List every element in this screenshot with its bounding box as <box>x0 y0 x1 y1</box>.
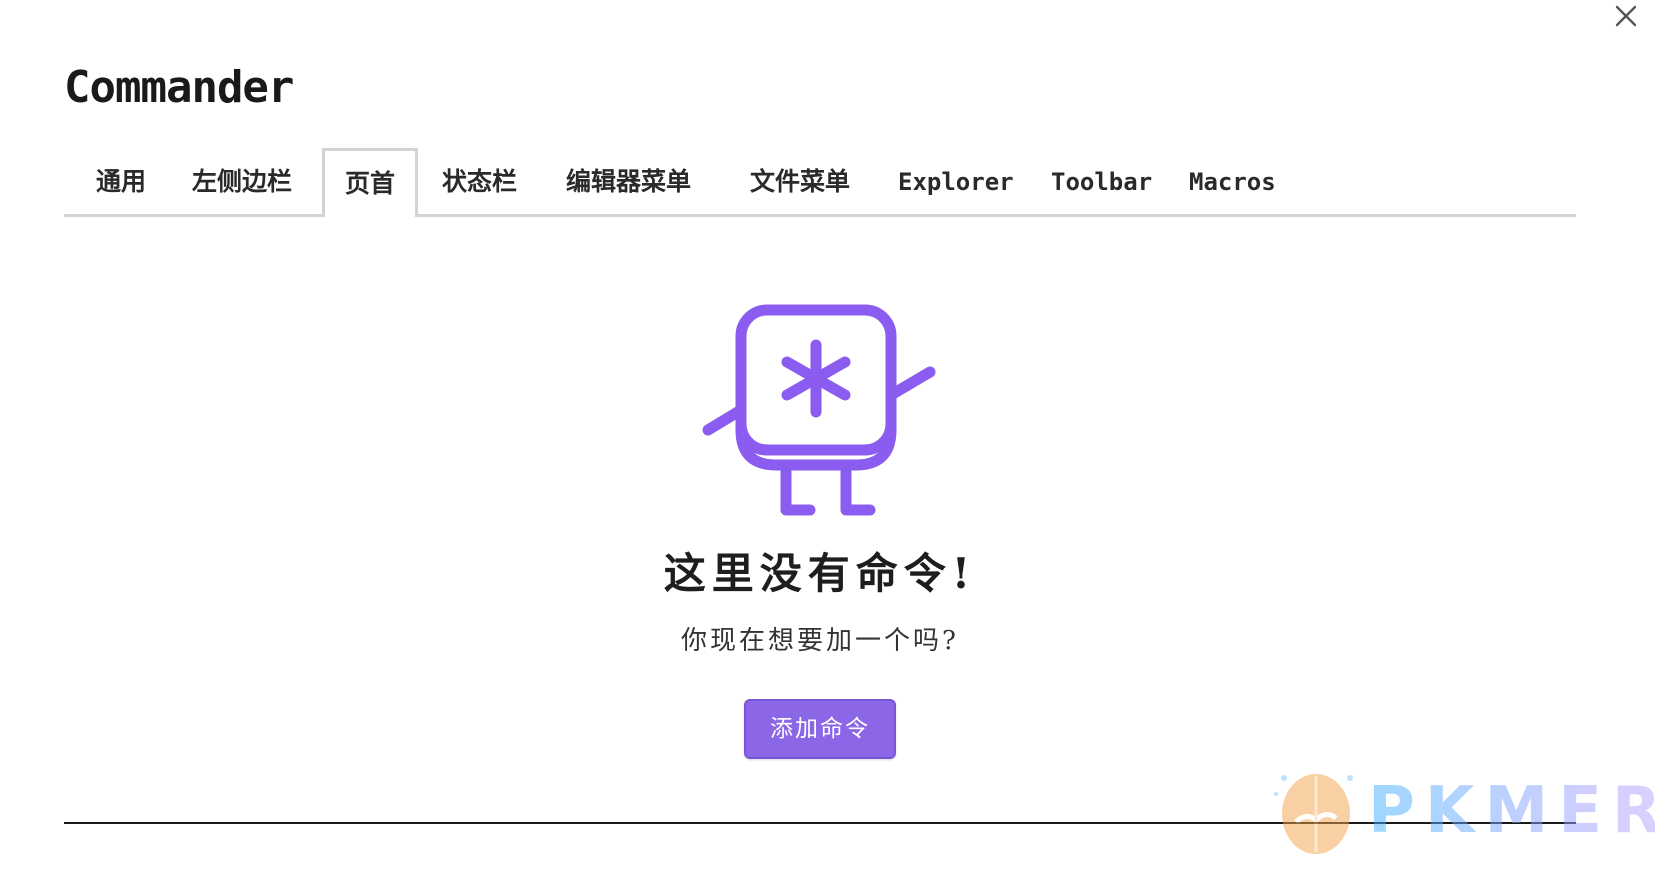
dialog-title: Commander <box>64 62 294 113</box>
tab-status-bar[interactable]: 状态栏 <box>442 148 517 214</box>
empty-state-subtitle: 你现在想要加一个吗? <box>681 626 959 656</box>
tab-general[interactable]: 通用 <box>96 148 146 214</box>
pkmer-logo-icon <box>1274 774 1353 854</box>
close-button[interactable] <box>1612 2 1640 30</box>
tab-bar: 通用 左侧边栏 页首 状态栏 编辑器菜单 文件菜单 Explorer Toolb… <box>64 148 1576 217</box>
commander-settings-dialog: Commander 通用 左侧边栏 页首 状态栏 编辑器菜单 文件菜单 Expl… <box>0 0 1655 884</box>
add-command-button[interactable]: 添加命令 <box>744 699 896 759</box>
tab-file-menu[interactable]: 文件菜单 <box>750 148 850 214</box>
tab-page-header[interactable]: 页首 <box>322 148 419 217</box>
tab-left-sidebar[interactable]: 左侧边栏 <box>192 148 292 214</box>
pkmer-watermark: PKMER <box>1270 760 1655 860</box>
tab-macros[interactable]: Macros <box>1189 148 1276 214</box>
tab-toolbar[interactable]: Toolbar <box>1051 148 1152 214</box>
robot-mascot-icon <box>702 304 936 516</box>
watermark-text: PKMER <box>1368 774 1655 848</box>
tab-explorer[interactable]: Explorer <box>898 148 1014 214</box>
tab-editor-menu[interactable]: 编辑器菜单 <box>566 148 691 214</box>
empty-state-title: 这里没有命令! <box>663 549 977 598</box>
close-icon[interactable] <box>1612 2 1640 30</box>
